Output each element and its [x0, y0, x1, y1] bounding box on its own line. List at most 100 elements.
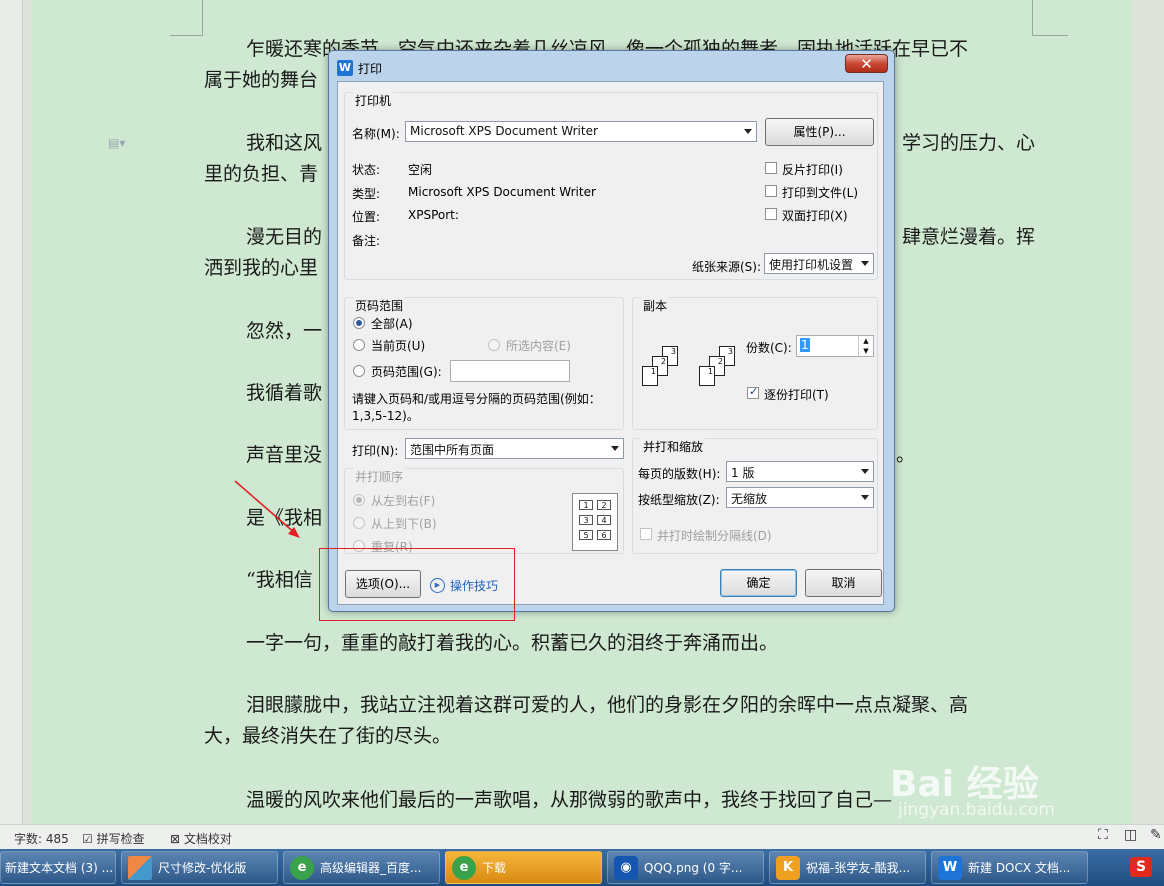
- order-ttb-radio[interactable]: [353, 517, 365, 529]
- group-title: 并打和缩放: [641, 438, 706, 455]
- reverse-print-label: 反片打印(I): [782, 163, 843, 177]
- left-ruler: [0, 0, 23, 824]
- text-line: 大，最终消失在了街的尽头。: [204, 725, 452, 747]
- paragraph-menu-icon[interactable]: ▤▾: [108, 136, 125, 150]
- chevron-down-icon: [611, 446, 619, 451]
- order-cell: 6: [597, 530, 611, 540]
- chevron-down-icon: [861, 469, 869, 474]
- type-value: Microsoft XPS Document Writer: [408, 185, 596, 199]
- current-page-label: 当前页(U): [371, 339, 426, 353]
- duplex-checkbox[interactable]: [765, 208, 777, 220]
- spin-up-icon[interactable]: ▲: [858, 336, 873, 346]
- dialog-title: 打印: [358, 62, 383, 76]
- properties-button[interactable]: 属性(P)...: [765, 118, 874, 146]
- paper-source-select[interactable]: 使用打印机设置: [764, 253, 874, 274]
- taskbar-item-label: 新建 DOCX 文档...: [968, 861, 1071, 875]
- current-page-radio[interactable]: [353, 339, 365, 351]
- status-value: 空闲: [408, 163, 433, 177]
- order-ttb-label: 从上到下(B): [371, 517, 437, 531]
- page-range-radio[interactable]: [353, 365, 365, 377]
- wps-icon: W: [337, 60, 353, 76]
- order-cell: 1: [579, 500, 593, 510]
- copies-label: 份数(C):: [746, 341, 792, 355]
- paragraph: 一字一句，重重的敲打着我的心。积蓄已久的泪终于奔涌而出。: [204, 628, 1034, 659]
- doc-check-icon: ⊠: [170, 832, 181, 846]
- browser-icon: e: [290, 855, 314, 880]
- annotation-arrow-icon: [234, 480, 300, 538]
- copies-value: 1: [800, 338, 810, 352]
- status-bar: 字数: 485 ☑ 拼写检查 ⊠ 文档校对 ⛶ ◫ ✎: [0, 824, 1164, 849]
- all-pages-label: 全部(A): [371, 317, 413, 331]
- order-preview: 1 2 3 4 5 6: [572, 493, 618, 551]
- print-what-select[interactable]: 范围中所有页面: [405, 438, 624, 459]
- order-cell: 3: [579, 515, 593, 525]
- text-line: 泪眼朦胧中，我站立注视着这群可爱的人，他们的身影在夕阳的余晖中一点点凝聚、高: [246, 694, 969, 716]
- doc-check-button[interactable]: ⊠ 文档校对: [170, 830, 232, 847]
- edit-icon[interactable]: ✎: [1150, 827, 1162, 843]
- pages-per-sheet-select[interactable]: 1 版: [726, 461, 874, 482]
- text-line: 学习的压力、心: [902, 132, 1036, 154]
- spell-check-icon: ☑: [82, 832, 93, 846]
- annotation-highlight-box: [319, 548, 515, 621]
- taskbar-item[interactable]: K 祝福-张学友-酷我...: [769, 851, 926, 884]
- page-range-label: 页码范围(G):: [371, 365, 442, 379]
- taskbar-item-label: 下载: [482, 861, 507, 875]
- selection-radio[interactable]: [488, 339, 500, 351]
- baidu-watermark-url: jingyan.baidu.com: [898, 800, 1055, 820]
- location-label: 位置:: [352, 210, 381, 224]
- selection-label: 所选内容(E): [506, 339, 571, 353]
- location-value: XPSPort:: [408, 208, 459, 222]
- spin-down-icon[interactable]: ▼: [858, 346, 873, 356]
- copies-stepper[interactable]: 1 ▲ ▼: [796, 335, 874, 357]
- draw-borders-label: 并打时绘制分隔线(D): [657, 529, 772, 543]
- page-range-hint: 请键入页码和/或用逗号分隔的页码范围(例如：: [352, 392, 601, 406]
- chevron-down-icon: [861, 495, 869, 500]
- comment-label: 备注:: [352, 234, 381, 248]
- order-cell: 4: [597, 515, 611, 525]
- status-label: 状态:: [352, 163, 381, 177]
- page-range-input[interactable]: [450, 360, 570, 382]
- fullscreen-icon[interactable]: ⛶: [1098, 827, 1108, 843]
- app-icon: [128, 855, 152, 880]
- taskbar-item[interactable]: 尺寸修改-优化版: [121, 851, 278, 884]
- cancel-button[interactable]: 取消: [805, 569, 882, 597]
- text-line: 。: [896, 444, 916, 466]
- group-title: 页码范围: [353, 297, 406, 314]
- order-cell: 2: [597, 500, 611, 510]
- paper-source-value: 使用打印机设置: [769, 258, 854, 272]
- collate-checkbox[interactable]: [747, 385, 759, 399]
- close-button[interactable]: ✕: [845, 54, 888, 73]
- draw-borders-checkbox[interactable]: [640, 528, 652, 540]
- all-pages-radio[interactable]: [353, 317, 365, 329]
- word-count[interactable]: 字数: 485: [14, 830, 69, 847]
- taskbar-item[interactable]: ◉ QQQ.png (0 字...: [607, 851, 764, 884]
- spell-check-button[interactable]: ☑ 拼写检查: [82, 830, 145, 847]
- music-player-icon: K: [776, 855, 800, 880]
- dialog-titlebar[interactable]: W 打印 ✕: [329, 51, 894, 81]
- scale-value: 无缩放: [731, 492, 768, 506]
- group-title: 打印机: [353, 92, 394, 109]
- taskbar-item[interactable]: 新建文本文档 (3) ...: [0, 851, 116, 884]
- scale-select[interactable]: 无缩放: [726, 487, 874, 508]
- print-to-file-checkbox[interactable]: [765, 185, 777, 197]
- taskbar-item[interactable]: e 下载: [445, 851, 602, 884]
- type-label: 类型:: [352, 187, 381, 201]
- collate-label: 逐份打印(T): [764, 388, 829, 402]
- margin-marker: [202, 0, 203, 36]
- margin-marker: [1032, 0, 1033, 36]
- scale-label: 按纸型缩放(Z):: [638, 493, 720, 507]
- pages-per-sheet-value: 1 版: [731, 466, 755, 480]
- ok-button[interactable]: 确定: [720, 569, 797, 597]
- taskbar-item-label: QQQ.png (0 字...: [644, 861, 743, 875]
- order-ltr-radio[interactable]: [353, 494, 365, 506]
- printer-name-select[interactable]: Microsoft XPS Document Writer: [405, 121, 757, 142]
- spell-check-label: 拼写检查: [96, 832, 145, 846]
- sogou-input-icon[interactable]: S: [1130, 857, 1152, 877]
- print-to-file-label: 打印到文件(L): [782, 186, 859, 200]
- group-title: 并打顺序: [353, 468, 406, 485]
- taskbar-item[interactable]: W 新建 DOCX 文档...: [931, 851, 1088, 884]
- reverse-print-checkbox[interactable]: [765, 162, 777, 174]
- read-mode-icon[interactable]: ◫: [1124, 827, 1137, 843]
- print-dialog: W 打印 ✕ 打印机 名称(M): Microsoft XPS Document…: [328, 50, 895, 612]
- taskbar-item[interactable]: e 高级编辑器_百度...: [283, 851, 440, 884]
